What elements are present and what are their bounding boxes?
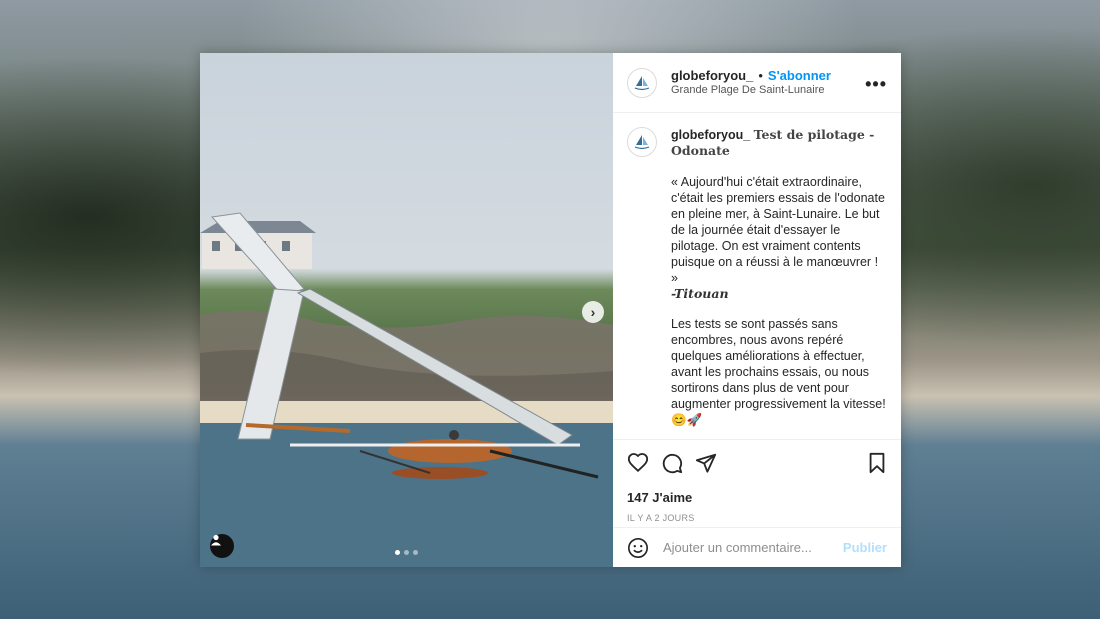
tagged-users-button[interactable]	[210, 534, 234, 558]
heart-icon[interactable]	[627, 452, 649, 474]
caption-avatar[interactable]	[627, 127, 657, 157]
user-icon	[211, 534, 221, 546]
caption-area: globeforyou_ Test de pilotage - Odonate …	[613, 113, 901, 439]
location-link[interactable]: Grande Plage De Saint-Lunaire	[671, 84, 831, 98]
caption-signature: -Titouan	[671, 285, 729, 301]
sailboat-logo-icon	[634, 75, 650, 90]
post-modal: › globeforyou_ • S'abonner Grande Plage …	[200, 53, 901, 567]
more-options-icon[interactable]: •••	[865, 74, 887, 95]
carousel-dots	[395, 550, 418, 555]
caption-text-2: Les tests se sont passés sans encombres,…	[671, 316, 886, 427]
follow-button[interactable]: S'abonner	[768, 68, 831, 84]
add-comment-bar: Publier	[613, 527, 901, 567]
next-photo-button[interactable]: ›	[582, 301, 604, 323]
caption-username[interactable]: globeforyou_	[671, 128, 750, 142]
caption-text: « Aujourd'hui c'était extraordinaire, c'…	[671, 174, 885, 285]
carousel-dot	[404, 550, 409, 555]
bookmark-icon[interactable]	[867, 452, 887, 474]
comment-input[interactable]	[661, 539, 843, 556]
username-link[interactable]: globeforyou_	[671, 68, 753, 84]
share-icon[interactable]	[695, 452, 717, 474]
odonate-boat-illustration	[200, 212, 613, 567]
publish-button[interactable]: Publier	[843, 540, 887, 555]
post-photo: ›	[200, 53, 613, 567]
carousel-dot	[413, 550, 418, 555]
chevron-right-icon: ›	[590, 304, 596, 320]
emoji-icon[interactable]	[627, 537, 649, 559]
carousel-dot	[395, 550, 400, 555]
avatar[interactable]	[627, 67, 657, 98]
post-date[interactable]: IL Y A 2 JOURS	[627, 513, 887, 523]
sailboat-logo-icon	[634, 135, 650, 150]
likes-count[interactable]: 147 J'aime	[627, 490, 887, 505]
post-sidebar: globeforyou_ • S'abonner Grande Plage De…	[613, 53, 901, 567]
post-header: globeforyou_ • S'abonner Grande Plage De…	[613, 53, 901, 113]
comment-icon[interactable]	[661, 452, 683, 474]
separator-dot: •	[758, 67, 763, 83]
